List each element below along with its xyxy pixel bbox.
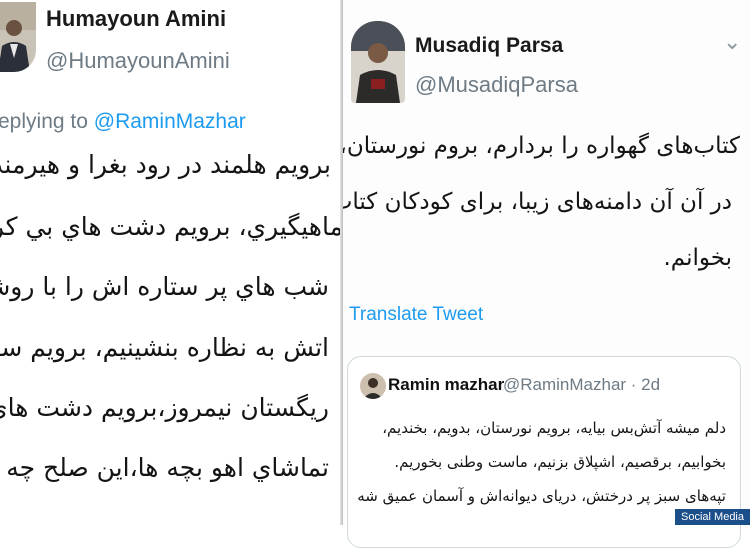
tweet-text-line: ريگستان نيمروز،برويم دشت هاي فراه به: [0, 393, 329, 422]
user-handle[interactable]: @HumayounAmini: [46, 48, 230, 74]
translate-tweet-link[interactable]: Translate Tweet: [349, 304, 483, 326]
avatar[interactable]: [351, 21, 405, 103]
tweet-text-line: ماهيگيري، برويم دشت هاي بي كران جنوب: [0, 212, 343, 241]
quoted-text-line: تپه‌های سبز پر درختش، دریای دیوانه‌اش و …: [357, 487, 726, 505]
tweet-text-line: تماشاي اهو بچه ها،اين صلح چه صفاي: [0, 453, 329, 482]
avatar[interactable]: [360, 373, 386, 399]
watermark-badge: Social Media: [675, 509, 750, 525]
replying-to: eplying to @RaminMazhar: [0, 110, 246, 134]
chevron-down-icon[interactable]: ⌄: [723, 30, 741, 55]
tweet-text-line: کتاب‌های گهواره را بردارم، بروم نورستان،…: [343, 133, 740, 159]
tweet-text-line: شب هاي پر ستاره اش را با روشن كردن: [0, 272, 329, 301]
tweet-text-line: بخوانم.: [663, 245, 732, 271]
left-tweet: Humayoun Amini @HumayounAmini eplying to…: [0, 0, 343, 525]
quoted-text-line: بخوابیم، برقصیم، اشپلاق بزنیم، ماست وطنی…: [394, 453, 726, 471]
tweet-text-line: در آن آن دامنه‌های زیبا، برای کودکان کتا…: [343, 189, 732, 215]
user-handle[interactable]: @MusadiqParsa: [415, 72, 578, 98]
avatar[interactable]: [0, 2, 36, 72]
quoted-text-line: دلم میشه آتش‌بس بیایه، برویم نورستان، بد…: [382, 419, 726, 437]
replying-label: eplying to: [0, 110, 88, 133]
quoted-display-name[interactable]: Ramin mazhar: [388, 375, 504, 395]
tweet-text-line: برويم هلمند در رود بغرا و هيرمند: [0, 150, 331, 179]
display-name[interactable]: Humayoun Amini: [46, 6, 226, 32]
tweet-text-line: اتش به نظاره بنشينيم، برويم سفاري در: [0, 333, 329, 362]
quoted-handle-time[interactable]: @RaminMazhar · 2d: [503, 375, 660, 395]
mention-link[interactable]: @RaminMazhar: [94, 110, 246, 133]
display-name[interactable]: Musadiq Parsa: [415, 34, 563, 58]
